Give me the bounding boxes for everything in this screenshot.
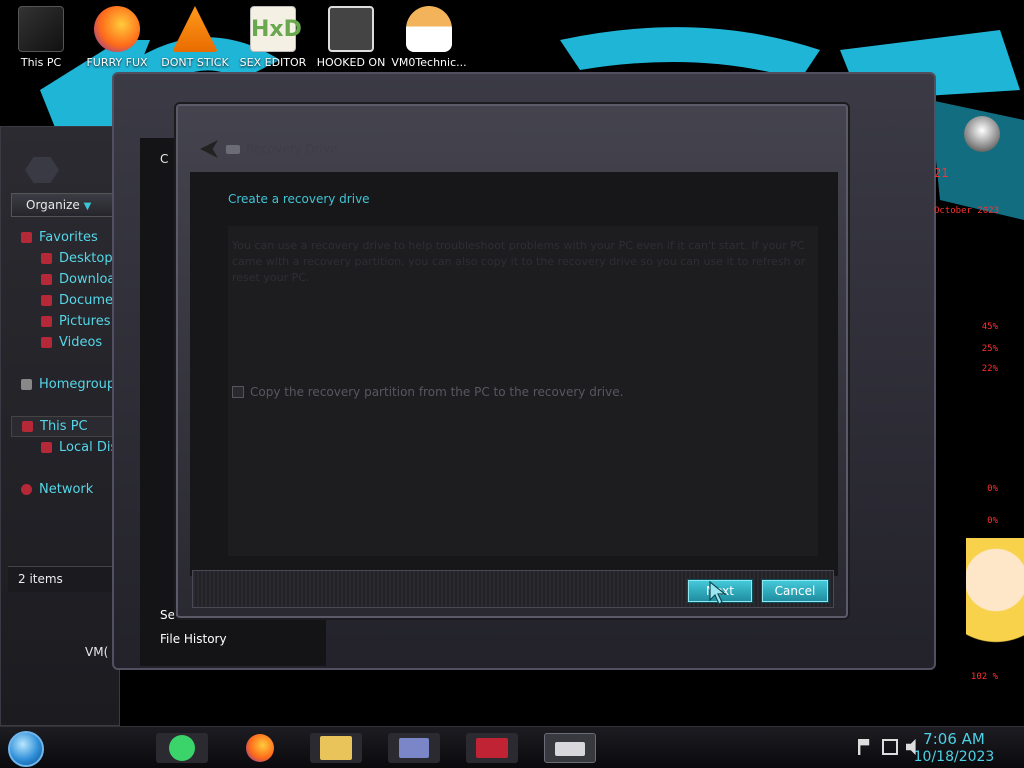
nav-favorites[interactable]: Favorites [21, 227, 121, 248]
taskbar-recovery-tool[interactable] [466, 733, 518, 763]
desktop-icon-vlc[interactable]: DONT STICK [156, 6, 234, 69]
pictures-icon [41, 316, 52, 327]
checkbox-box[interactable] [232, 386, 244, 398]
folder-icon [320, 736, 352, 760]
system-monitor-gadget: 21 October 2023 45% 25% 22% 0% 0% 102 % [930, 88, 1024, 688]
downloads-icon [41, 274, 52, 285]
star-icon [21, 232, 32, 243]
gadget-value-5: 0% [987, 516, 998, 526]
gadget-value-3: 22% [981, 364, 998, 374]
nav-downloads[interactable]: Downloa [41, 269, 121, 290]
homegroup-icon [21, 379, 32, 390]
alien-logo [964, 116, 1000, 152]
start-button[interactable] [8, 731, 44, 767]
nav-videos[interactable]: Videos [41, 332, 121, 353]
item-count: 2 items [18, 572, 63, 586]
nav-local-disk[interactable]: Local Dis [41, 437, 121, 458]
flag-icon[interactable] [858, 739, 870, 755]
navigation-pane: Favorites Desktop Downloa Documen Pictur… [11, 227, 121, 500]
clock-time: 7:06 AM [923, 730, 985, 748]
desktop-icon-hooked[interactable]: HOOKED ON [312, 6, 390, 69]
gadget-value-2: 25% [981, 344, 998, 354]
copy-partition-checkbox[interactable]: Copy the recovery partition from the PC … [232, 385, 623, 399]
recovery-drive-dialog: Recovery Drive Create a recovery drive Y… [176, 104, 848, 618]
taskbar-firefox[interactable] [234, 733, 286, 763]
dialog-title-bar: Recovery Drive [200, 140, 337, 158]
file-history-link[interactable]: File History [160, 632, 227, 646]
drive-icon [555, 742, 585, 756]
nav-network[interactable]: Network [21, 479, 121, 500]
desktop-icon-hxd[interactable]: HxD SEX EDITOR [234, 6, 312, 69]
desktop-icon-firefox[interactable]: FURRY FUX [78, 6, 156, 69]
nav-pictures[interactable]: Pictures [41, 311, 121, 332]
taskbar-file-explorer[interactable] [310, 733, 362, 763]
dialog-description: You can use a recovery drive to help tro… [232, 239, 806, 284]
hexagon-icon [25, 157, 59, 183]
nav-homegroup[interactable]: Homegroup [21, 374, 121, 395]
organize-button[interactable]: Organize ▼ [11, 193, 117, 217]
drive-icon [226, 144, 240, 154]
app-icon [328, 6, 374, 52]
dialog-title: Recovery Drive [246, 142, 338, 156]
taskbar: 7:06 AM 10/18/2023 [0, 726, 1024, 768]
videos-icon [41, 337, 52, 348]
desktop-icon-this-pc[interactable]: This PC [2, 6, 80, 69]
nav-this-pc[interactable]: This PC [11, 416, 121, 437]
taskbar-recovery-drive[interactable] [544, 733, 596, 763]
firefox-icon [246, 734, 274, 762]
desktop-folder-icon [41, 253, 52, 264]
gadget-date: October 2023 [934, 206, 1000, 216]
system-clock[interactable]: 7:06 AM 10/18/2023 [906, 730, 1002, 766]
taskbar-notes[interactable] [156, 733, 208, 763]
dialog-heading: Create a recovery drive [228, 192, 370, 206]
checkbox-label: Copy the recovery partition from the PC … [250, 385, 624, 399]
sidebar-heading: C [160, 152, 169, 166]
taskbar-control-panel[interactable] [388, 733, 440, 763]
notes-icon [169, 735, 195, 761]
gadget-value-1: 45% [981, 322, 998, 332]
drive-icon [41, 442, 52, 453]
control-panel-icon [399, 738, 429, 758]
clock-date: 10/18/2023 [913, 749, 995, 765]
gadget-number: 21 [934, 166, 949, 180]
computer-icon [22, 421, 33, 432]
nav-documents[interactable]: Documen [41, 290, 121, 311]
cancel-button[interactable]: Cancel [762, 580, 828, 602]
tool-icon [476, 738, 508, 758]
cartoon-character-image [966, 538, 1024, 678]
network-icon [21, 484, 32, 495]
firefox-icon [94, 6, 140, 52]
computer-icon [18, 6, 64, 52]
vm-item-label: VM( [85, 645, 109, 659]
hxd-icon: HxD [250, 6, 302, 52]
doctor-icon [406, 6, 452, 52]
chevron-down-icon: ▼ [83, 201, 92, 212]
gadget-value-4: 0% [987, 484, 998, 494]
nav-desktop[interactable]: Desktop [41, 248, 121, 269]
desktop-icon-vm0[interactable]: VM0Technic... [390, 6, 468, 69]
explorer-window: Organize ▼ Favorites Desktop Downloa Doc… [0, 126, 121, 726]
network-icon[interactable] [882, 739, 898, 755]
vlc-icon [172, 6, 218, 52]
back-arrow-icon[interactable] [200, 140, 218, 158]
mouse-cursor-icon [709, 580, 727, 605]
documents-icon [41, 295, 52, 306]
dialog-body: Create a recovery drive You can use a re… [190, 172, 838, 576]
